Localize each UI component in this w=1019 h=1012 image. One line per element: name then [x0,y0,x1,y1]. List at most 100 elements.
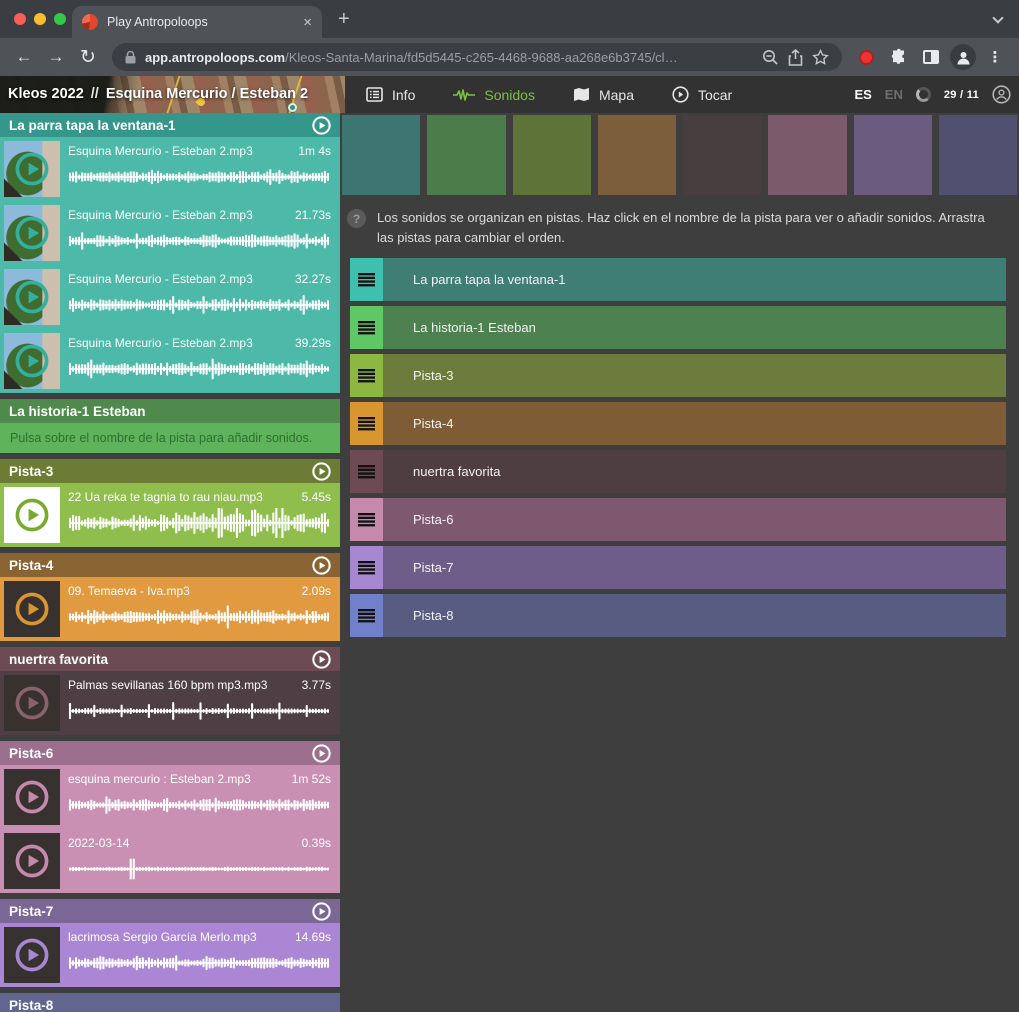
main-track-row[interactable]: Pista-4 [350,402,1006,445]
track-play-button[interactable] [312,116,331,135]
track-row-body[interactable]: Pista-4 [383,402,1006,445]
track-drag-handle[interactable] [350,402,383,445]
extensions-puzzle-icon[interactable] [885,43,913,71]
clip-play-button[interactable] [15,938,49,972]
clip-thumbnail[interactable] [4,769,60,825]
bookmark-star-icon[interactable] [812,49,829,66]
clip-row[interactable]: Palmas sevillanas 160 bpm mp3.mp33.77s [0,671,340,735]
main-track-row[interactable]: Pista-7 [350,546,1006,589]
share-icon[interactable] [788,49,803,66]
sidebar-track-header[interactable]: nuertra favorita [0,647,340,671]
clip-play-button[interactable] [15,844,49,878]
track-drag-handle[interactable] [350,546,383,589]
clip-row[interactable]: esquina mercurio : Esteban 2.mp31m 52s [0,765,340,829]
track-play-button[interactable] [312,556,331,575]
browser-menu-icon[interactable]: ⋮ [981,43,1009,71]
clip-play-button[interactable] [15,216,49,250]
track-row-body[interactable]: Pista-6 [383,498,1006,541]
track-drag-handle[interactable] [350,594,383,637]
main-track-row[interactable]: Pista-3 [350,354,1006,397]
clip-row[interactable]: lacrimosa Sergio García Merlo.mp314.69s [0,923,340,987]
clip-thumbnail[interactable] [4,141,60,197]
back-button[interactable]: ← [10,43,38,71]
lang-es-button[interactable]: ES [854,87,871,102]
clip-row[interactable]: Esquina Mercurio - Esteban 2.mp321.73s [0,201,340,265]
clip-row[interactable]: 2022-03-140.39s [0,829,340,893]
track-drag-handle[interactable] [350,450,383,493]
clip-thumbnail[interactable] [4,675,60,731]
track-row-label: nuertra favorita [413,464,500,479]
clip-row[interactable]: 09. Temaeva - Iva.mp32.09s [0,577,340,641]
track-play-button[interactable] [312,744,331,763]
clip-thumbnail[interactable] [4,581,60,637]
tab-search-chevron-icon[interactable] [994,14,1003,23]
clip-play-button[interactable] [15,498,49,532]
window-minimize-button[interactable] [34,13,46,25]
sidebar-track-section: Pista-8 [0,993,340,1012]
tab-info[interactable]: Info [352,76,439,113]
address-bar[interactable]: app.antropoloops.com/Kleos-Santa-Marina/… [112,43,842,71]
sidebar-track-header[interactable]: La historia-1 Esteban [0,399,340,423]
profile-avatar[interactable] [949,43,977,71]
clip-thumbnail[interactable] [4,927,60,983]
tab-mapa[interactable]: Mapa [559,76,658,113]
clip-play-button[interactable] [15,592,49,626]
clip-thumbnail[interactable] [4,333,60,389]
track-row-body[interactable]: Pista-8 [383,594,1006,637]
track-drag-handle[interactable] [350,258,383,301]
track-row-body[interactable]: nuertra favorita [383,450,1006,493]
track-drag-handle[interactable] [350,306,383,349]
clip-play-button[interactable] [15,780,49,814]
clip-thumbnail[interactable] [4,269,60,325]
track-drag-handle[interactable] [350,498,383,541]
clip-thumbnail[interactable] [4,487,60,543]
clip-play-button[interactable] [15,344,49,378]
track-row-label: La historia-1 Esteban [413,320,536,335]
track-drag-handle[interactable] [350,354,383,397]
tab-sonidos[interactable]: Sonidos [439,76,559,113]
track-row-body[interactable]: La historia-1 Esteban [383,306,1006,349]
macos-traffic-lights[interactable] [14,13,66,25]
window-zoom-button[interactable] [54,13,66,25]
sidebar-track-header[interactable]: Pista-3 [0,459,340,483]
zoom-out-icon[interactable] [762,49,779,66]
reload-button[interactable]: ↻ [74,43,102,71]
window-close-button[interactable] [14,13,26,25]
sidebar-track-header[interactable]: Pista-7 [0,899,340,923]
clip-play-button[interactable] [15,686,49,720]
tab-tocar[interactable]: Tocar [658,76,756,113]
main-track-row[interactable]: La historia-1 Esteban [350,306,1006,349]
clip-thumbnail[interactable] [4,205,60,261]
browser-tab[interactable]: Play Antropoloops × [72,6,322,38]
main-track-row[interactable]: Pista-6 [350,498,1006,541]
track-row-body[interactable]: Pista-7 [383,546,1006,589]
track-play-button[interactable] [312,902,331,921]
track-play-button[interactable] [312,462,331,481]
clip-row[interactable]: Esquina Mercurio - Esteban 2.mp339.29s [0,329,340,393]
clip-row[interactable]: Esquina Mercurio - Esteban 2.mp332.27s [0,265,340,329]
clip-row[interactable]: Esquina Mercurio - Esteban 2.mp31m 4s [0,137,340,201]
sidebar-track-header[interactable]: Pista-8 [0,993,340,1012]
clip-play-button[interactable] [15,152,49,186]
tab-close-icon[interactable]: × [303,15,312,30]
forward-button[interactable]: → [42,43,70,71]
track-row-body[interactable]: La parra tapa la ventana-1 [383,258,1006,301]
track-play-button[interactable] [312,650,331,669]
main-track-row[interactable]: nuertra favorita [350,450,1006,493]
clip-play-button[interactable] [15,280,49,314]
main-track-row[interactable]: Pista-8 [350,594,1006,637]
clip-row[interactable]: 22 Ua reka te tagnia to rau niau.mp35.45… [0,483,340,547]
track-row-body[interactable]: Pista-3 [383,354,1006,397]
url-text[interactable]: app.antropoloops.com/Kleos-Santa-Marina/… [145,50,753,65]
clip-name: 09. Temaeva - Iva.mp3 [68,584,190,598]
main-track-row[interactable]: La parra tapa la ventana-1 [350,258,1006,301]
sidebar-track-header[interactable]: Pista-6 [0,741,340,765]
new-tab-button[interactable]: + [338,8,350,31]
clip-thumbnail[interactable] [4,833,60,889]
lang-en-button[interactable]: EN [885,87,903,102]
account-icon[interactable] [992,85,1011,104]
recording-extension-icon[interactable] [859,50,874,65]
sidebar-track-header[interactable]: Pista-4 [0,553,340,577]
side-panel-icon[interactable] [917,43,945,71]
sidebar-track-header[interactable]: La parra tapa la ventana-1 [0,113,340,137]
